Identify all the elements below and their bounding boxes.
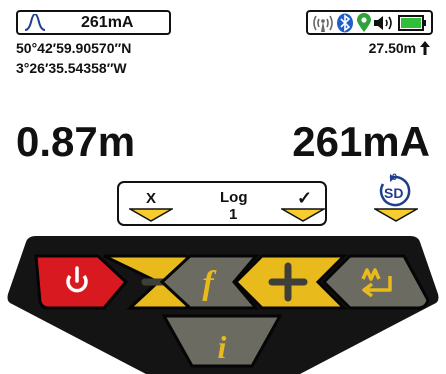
locator-screen: 261mA 50°42′59.90570″N 3°26′35.54358″W 2…: [0, 0, 446, 232]
bluetooth-icon: [337, 13, 353, 33]
sd-counter: 0: [392, 172, 398, 182]
softkey-sd-arrow[interactable]: [374, 208, 418, 222]
longitude: 3°26′35.54358″W: [16, 60, 127, 76]
softkey-cancel-label: X: [146, 190, 157, 207]
arrow-up-icon: [420, 41, 430, 55]
keypad: f i: [7, 236, 439, 374]
status-icons-box: [306, 10, 433, 35]
softkey-confirm-label: ✓: [297, 188, 313, 208]
log-label: Log: [220, 189, 248, 206]
latitude: 50°42′59.90570″N: [16, 40, 132, 56]
elevation: 27.50m: [369, 40, 430, 56]
peak-mode-icon: [24, 14, 46, 31]
battery-icon: [398, 15, 426, 31]
softkey-cancel-arrow[interactable]: [129, 208, 173, 222]
log-count: 1: [229, 206, 238, 223]
gps-icon: [357, 13, 371, 32]
signal-icon: [313, 15, 333, 32]
elevation-value: 27.50m: [368, 40, 417, 56]
info-icon: i: [218, 329, 227, 365]
softkey-confirm-arrow[interactable]: [281, 208, 325, 222]
depth-readout: 0.87m: [16, 118, 136, 165]
volume-icon: [374, 16, 392, 30]
current-readout-top: 261mA: [81, 14, 134, 31]
sd-card-icon[interactable]: SD 0: [377, 172, 413, 208]
mode-box: 261mA: [16, 10, 171, 35]
sd-label: SD: [384, 185, 404, 201]
current-readout: 261mA: [292, 118, 430, 165]
